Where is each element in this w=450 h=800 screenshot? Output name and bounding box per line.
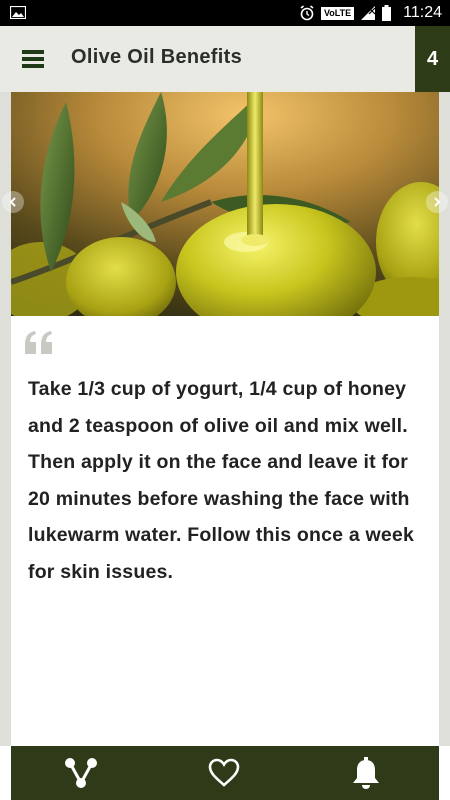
- tip-text: Take 1/3 cup of yogurt, 1/4 cup of honey…: [28, 378, 415, 583]
- chevron-right-icon: [434, 197, 441, 207]
- volte-badge: VoLTE: [320, 6, 355, 20]
- notification-button[interactable]: [348, 755, 384, 791]
- status-bar: VoLTE 11:24: [0, 0, 450, 26]
- share-icon: [65, 758, 97, 788]
- status-time: 11:24: [403, 4, 442, 21]
- page-number-badge: 4: [415, 26, 450, 92]
- battery-icon: [382, 5, 392, 21]
- olive-illustration: [11, 92, 439, 316]
- next-arrow[interactable]: [426, 191, 448, 213]
- olive-oil-hero-image: [11, 92, 439, 316]
- status-icons: VoLTE 11:24: [299, 0, 442, 26]
- app-bar: Olive Oil Benefits 4: [0, 26, 450, 92]
- previous-arrow[interactable]: [2, 191, 24, 213]
- gallery-notification-icon: [10, 6, 26, 19]
- bell-icon: [353, 757, 379, 789]
- heart-icon: [208, 758, 240, 787]
- bottom-navigation: [11, 746, 439, 800]
- left-gutter: [0, 92, 11, 746]
- chevron-left-icon: [9, 197, 16, 207]
- quote-icon: [25, 331, 52, 354]
- right-gutter: [439, 92, 450, 746]
- alarm-icon: [300, 5, 314, 21]
- signal-icon: [361, 6, 376, 20]
- favorite-button[interactable]: [206, 755, 242, 791]
- share-button[interactable]: [63, 755, 99, 791]
- menu-icon[interactable]: [22, 50, 44, 68]
- tip-card: Take 1/3 cup of yogurt, 1/4 cup of honey…: [11, 316, 439, 746]
- page-title: Olive Oil Benefits: [71, 46, 243, 68]
